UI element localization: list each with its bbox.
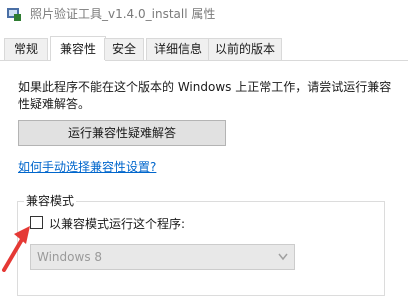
tab-previous-versions[interactable]: 以前的版本 [208,38,282,60]
run-troubleshooter-button[interactable]: 运行兼容性疑难解答 [18,120,226,146]
tab-bar: 常规 兼容性 安全 详细信息 以前的版本 [0,36,408,61]
tab-general[interactable]: 常规 [4,38,48,60]
chevron-down-icon [278,253,288,261]
compat-mode-checkbox-label[interactable]: 以兼容模式运行这个程序: [49,215,185,232]
window-title: 照片验证工具_v1.4.0_install 属性 [30,7,216,21]
compat-mode-select-value: Windows 8 [37,250,103,264]
tab-security[interactable]: 安全 [104,38,144,60]
app-icon [7,8,21,21]
compat-mode-select[interactable]: Windows 8 [30,244,295,270]
manual-settings-link[interactable]: 如何手动选择兼容性设置? [18,158,156,175]
compat-intro-text: 如果此程序不能在这个版本的 Windows 上正常工作，请尝试运行兼容性疑难解答… [18,80,392,111]
title-bar: 照片验证工具_v1.4.0_install 属性 [0,0,408,30]
tab-compatibility[interactable]: 兼容性 [50,36,106,61]
annotation-arrow-icon [2,226,30,272]
compat-mode-group-label: 兼容模式 [24,192,77,209]
tab-details[interactable]: 详细信息 [146,38,210,60]
